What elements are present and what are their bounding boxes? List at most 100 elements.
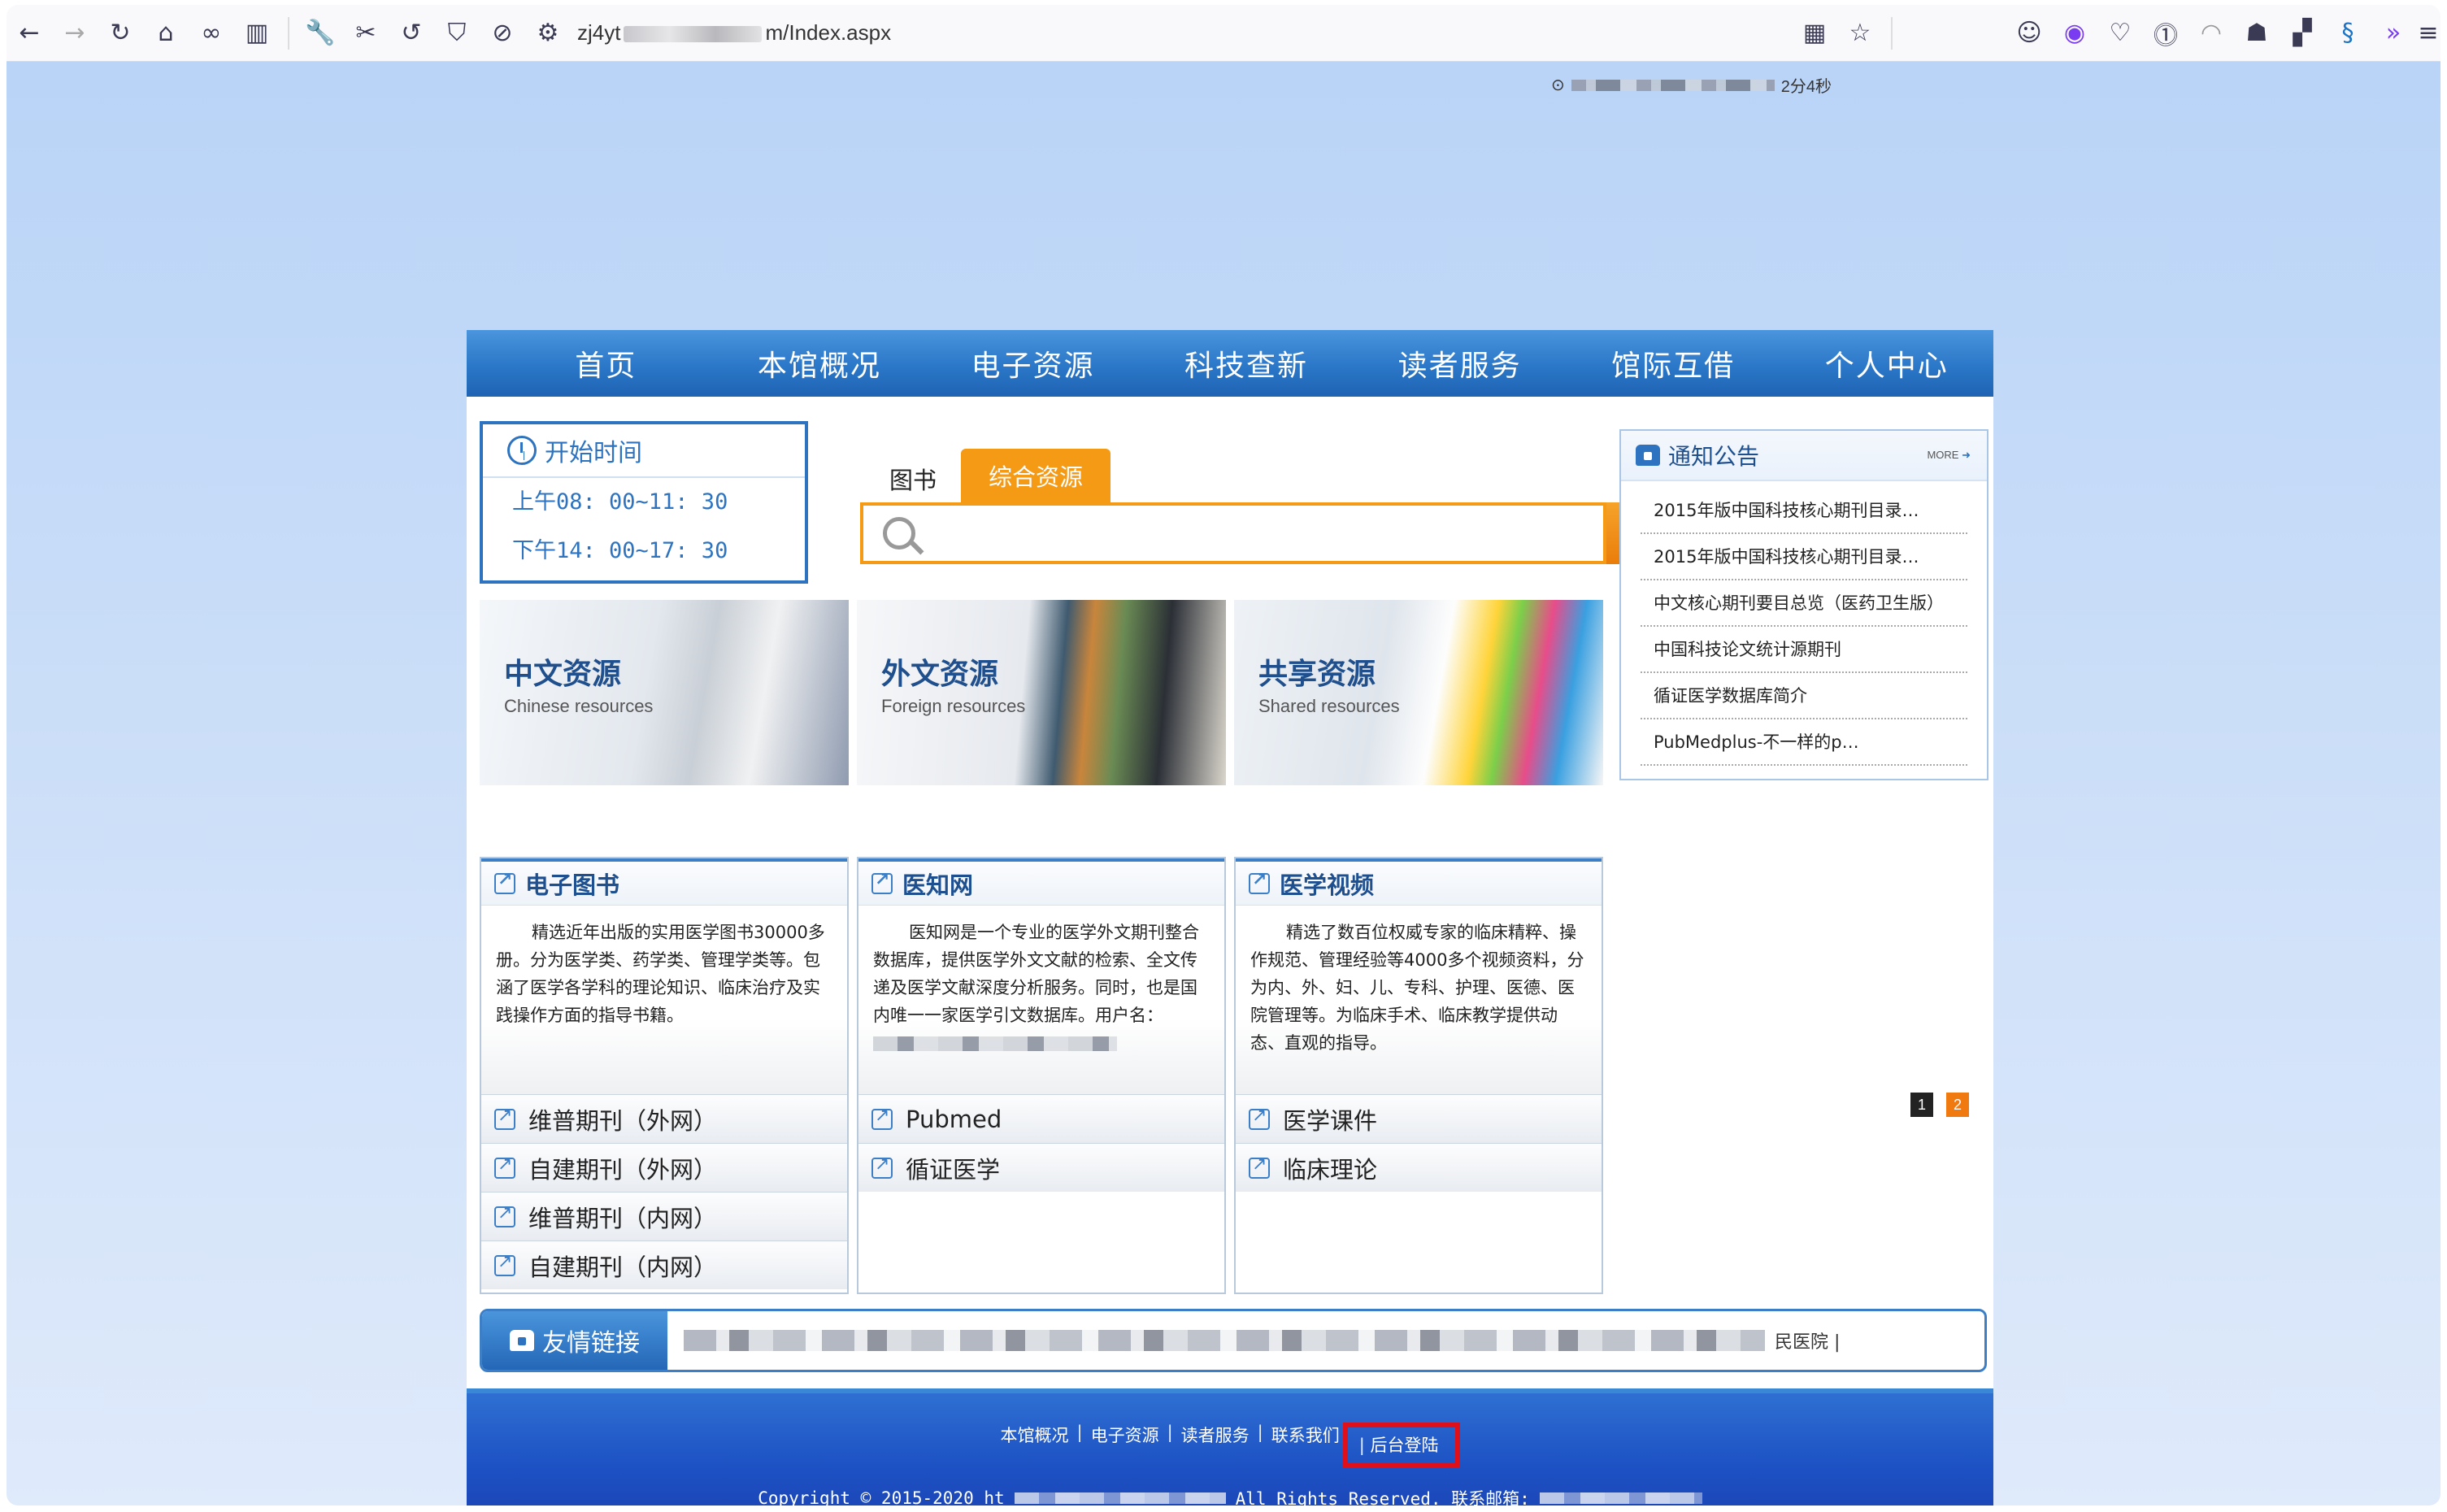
copyright-line: Copyright © 2015-2020 ht All Rights Rese… [467, 1486, 1993, 1505]
pocket-icon[interactable]: ♡ [2097, 11, 2143, 56]
banner-title: 外文资源 [881, 658, 999, 691]
banner-subtitle: Foreign resources [881, 696, 1026, 716]
search-input[interactable] [940, 509, 1603, 558]
site-settings-icon[interactable]: ⚙ [525, 11, 571, 56]
extensions-grid-icon[interactable]: ▞ [2280, 11, 2325, 56]
panel-header[interactable]: 电子图书 [481, 858, 847, 906]
slide-pager: 1 2 [1910, 1093, 1969, 1117]
wrench-icon[interactable]: 🔧 [298, 11, 343, 56]
email-redacted [1539, 1492, 1702, 1504]
notice-icon [1636, 445, 1660, 466]
bookmark-star-icon[interactable]: ☆ [1837, 11, 1883, 56]
search-tabs: 图书 综合资源 [873, 449, 1111, 502]
extension-agent-icon[interactable]: ☗ [2234, 11, 2280, 56]
overflow-chevrons-icon[interactable]: » [2371, 11, 2416, 56]
external-link-icon [494, 870, 515, 894]
friend-links-title: 友情链接 [542, 1329, 640, 1358]
footer-link-about[interactable]: 本馆概况 [1001, 1423, 1069, 1468]
url-bar[interactable]: zj4yt m/Index.aspx [577, 20, 891, 46]
external-link-icon [1249, 870, 1270, 894]
account-icon[interactable]: ☺ [2006, 11, 2052, 56]
external-link-icon [494, 1106, 515, 1130]
nav-home[interactable]: 首页 [499, 342, 713, 385]
notice-title: 通知公告 [1668, 443, 1760, 470]
reload-icon[interactable]: ↻ [98, 11, 143, 56]
footer-link-contact[interactable]: 联系我们 [1271, 1423, 1340, 1468]
home-icon[interactable]: ⌂ [143, 11, 189, 56]
friend-links: 友情链接 民医院 | [480, 1309, 1987, 1372]
shield-icon[interactable]: ⛉ [434, 11, 480, 56]
footer-link-reader-services[interactable]: 读者服务 [1181, 1423, 1250, 1468]
admin-login-label: 后台登陆 [1370, 1436, 1439, 1455]
copyright-start: Copyright © 2015-2020 ht [758, 1488, 1005, 1505]
banner-shared-resources[interactable]: 共享资源 Shared resources [1234, 600, 1603, 785]
panel-link-label: 自建期刊（外网） [528, 1155, 718, 1184]
screenshot-icon[interactable]: ✂ [343, 11, 389, 56]
notice-item[interactable]: 循证医学数据库简介 [1641, 673, 1967, 719]
banner-title: 中文资源 [504, 658, 622, 691]
panel-description: 医知网是一个专业的医学外文期刊整合数据库，提供医学外文文献的检索、全文传递及医学… [858, 906, 1224, 1094]
panel-link[interactable]: 循证医学 [858, 1143, 1224, 1192]
history-icon[interactable]: ↺ [389, 11, 434, 56]
nav-about[interactable]: 本馆概况 [713, 342, 927, 385]
notice-item[interactable]: 中文核心期刊要目总览（医药卫生版） [1641, 580, 1967, 627]
nav-novelty-search[interactable]: 科技查新 [1140, 342, 1354, 385]
tab-books[interactable]: 图书 [873, 455, 953, 502]
nav-interlibrary-loan[interactable]: 馆际互借 [1567, 342, 1780, 385]
panel-link[interactable]: 维普期刊（内网） [481, 1192, 847, 1240]
tab-all-resources[interactable]: 综合资源 [961, 449, 1111, 502]
extension-s-icon[interactable]: § [2325, 11, 2371, 56]
panel-title: 电子图书 [525, 871, 620, 899]
qr-code-icon[interactable]: ▦ [1792, 11, 1837, 56]
nav-personal-center[interactable]: 个人中心 [1780, 342, 1993, 385]
panel-header[interactable]: 医学视频 [1236, 858, 1602, 906]
extension-infinity-icon[interactable]: ∞ [189, 11, 234, 56]
extension-circle-icon[interactable]: ◉ [2052, 11, 2097, 56]
nav-e-resources[interactable]: 电子资源 [926, 342, 1140, 385]
more-label: MORE [1927, 449, 1959, 461]
notice-item[interactable]: 中国科技论文统计源期刊 [1641, 627, 1967, 673]
opening-hours-header: 开始时间 [483, 424, 805, 478]
notice-item[interactable]: 2015年版中国科技核心期刊目录… [1641, 534, 1967, 580]
morning-hours: 上午08: 00~11: 30 [512, 489, 728, 515]
panel-link-label: 维普期刊（外网） [528, 1106, 718, 1135]
notice-board: 通知公告 MORE ➜ 2015年版中国科技核心期刊目录… 2015年版中国科技… [1619, 429, 1988, 780]
library-site: 首页 本馆概况 电子资源 科技查新 读者服务 馆际互借 个人中心 开始时间 上午… [467, 330, 1993, 1505]
afternoon-hours: 下午14: 00~17: 30 [512, 538, 728, 563]
sidebar-icon[interactable]: ▥ [234, 11, 280, 56]
panel-link[interactable]: 维普期刊（外网） [481, 1094, 847, 1143]
extension-arc-icon[interactable]: ◠ [2188, 11, 2234, 56]
nav-reader-services[interactable]: 读者服务 [1353, 342, 1567, 385]
forward-icon[interactable]: → [52, 11, 98, 56]
panel-link[interactable]: 自建期刊（外网） [481, 1143, 847, 1192]
panel-link[interactable]: 医学课件 [1236, 1094, 1602, 1143]
friend-link-tail[interactable]: 民医院 | [1775, 1327, 1840, 1353]
page-1-button[interactable]: 1 [1910, 1093, 1933, 1117]
admin-login-link[interactable]: | 后台登陆 [1342, 1423, 1460, 1468]
friend-links-redacted[interactable] [684, 1330, 1765, 1351]
url-suffix: m/Index.aspx [765, 20, 892, 45]
blocked-icon[interactable]: ⊘ [480, 11, 525, 56]
panel-link[interactable]: 临床理论 [1236, 1143, 1602, 1192]
timer-redacted [1571, 79, 1775, 91]
banner-foreign-resources[interactable]: 外文资源 Foreign resources [857, 600, 1226, 785]
copyright-redacted [1014, 1492, 1226, 1504]
back-icon[interactable]: ← [7, 11, 52, 56]
panel-link[interactable]: 自建期刊（内网） [481, 1240, 847, 1289]
panel-title: 医学视频 [1280, 871, 1375, 899]
panel-link[interactable]: Pubmed [858, 1094, 1224, 1143]
notice-item[interactable]: PubMedplus-不一样的p… [1641, 719, 1967, 766]
panel-header[interactable]: 医知网 [858, 858, 1224, 906]
password-icon[interactable]: ⓵ [2143, 11, 2188, 56]
banner-chinese-resources[interactable]: 中文资源 Chinese resources [480, 600, 849, 785]
notice-item[interactable]: 2015年版中国科技核心期刊目录… [1641, 488, 1967, 534]
footer-link-e-resources[interactable]: 电子资源 [1091, 1423, 1159, 1468]
menu-icon[interactable]: ≡ [2416, 11, 2440, 56]
panel-description-text: 医知网是一个专业的医学外文期刊整合数据库，提供医学外文文献的检索、全文传递及医学… [873, 923, 1199, 1025]
footer-separator: | [1358, 1436, 1371, 1455]
more-link[interactable]: MORE ➜ [1927, 449, 1971, 462]
page-2-button[interactable]: 2 [1946, 1093, 1969, 1117]
panel-link-label: 自建期刊（内网） [528, 1253, 718, 1281]
timer-icon: ⊙ [1551, 76, 1565, 94]
friend-links-icon [510, 1330, 534, 1351]
